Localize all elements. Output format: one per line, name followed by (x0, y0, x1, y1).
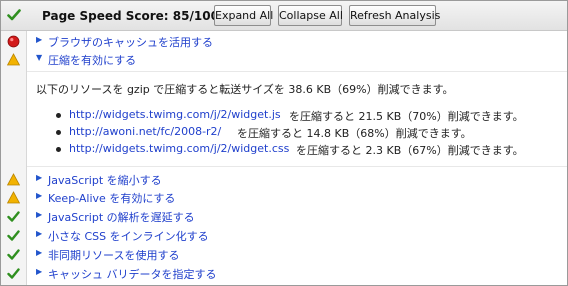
rule-details-summary: 以下のリソースを gzip で圧縮すると転送サイズを 38.6 KB（69%）削… (36, 83, 454, 96)
rule-row[interactable]: ▶ 非同期リソースを使用する (1, 245, 567, 263)
resource-savings: を圧縮すると 21.5 KB（70%）削減できます。 (289, 110, 524, 123)
rule-label[interactable]: 小さな CSS をインライン化する (48, 228, 209, 244)
resource-link[interactable]: http://widgets.twimg.com/j/2/widget.js (69, 108, 281, 121)
list-item: http://widgets.twimg.com/j/2/widget.css … (56, 141, 556, 158)
rule-row[interactable]: ▶ JavaScript の解析を遅延する (1, 207, 567, 225)
triangle-right-icon[interactable]: ▶ (36, 267, 44, 277)
rule-label[interactable]: ブラウザのキャッシュを活用する (48, 34, 213, 50)
toolbar: Page Speed Score: 85/100 Expand All Coll… (1, 1, 567, 31)
triangle-right-icon[interactable]: ▶ (36, 191, 44, 201)
rule-label[interactable]: 非同期リソースを使用する (48, 247, 179, 263)
rule-row[interactable]: ▶ JavaScript を縮小する (1, 170, 567, 188)
triangle-right-icon[interactable]: ▶ (36, 35, 44, 45)
resource-link[interactable]: http://widgets.twimg.com/j/2/widget.css (69, 142, 289, 155)
bullet-icon (56, 130, 61, 135)
red-circle-icon (7, 35, 20, 48)
rule-row[interactable]: ▶ キャッシュ バリデータを指定する (1, 264, 567, 282)
rule-label[interactable]: Keep-Alive を有効にする (48, 190, 175, 206)
rule-row[interactable]: ▼ 圧縮を有効にする (1, 50, 567, 68)
warning-triangle-icon (7, 53, 20, 66)
triangle-right-icon[interactable]: ▶ (36, 210, 44, 220)
bullet-icon (56, 147, 61, 152)
expand-all-button[interactable]: Expand All (214, 5, 273, 26)
rule-label[interactable]: 圧縮を有効にする (48, 52, 136, 68)
rule-label[interactable]: JavaScript の解析を遅延する (48, 209, 195, 225)
list-item: http://awoni.net/fc/2008-r2/ を圧縮すると 14.8… (56, 124, 556, 141)
check-icon (7, 268, 20, 279)
check-icon (7, 9, 21, 21)
page-speed-panel: Page Speed Score: 85/100 Expand All Coll… (0, 0, 568, 286)
collapse-all-button[interactable]: Collapse All (278, 5, 343, 26)
page-speed-score: Page Speed Score: 85/100 (42, 9, 219, 23)
warning-triangle-icon (7, 191, 20, 204)
divider (27, 71, 567, 72)
triangle-right-icon[interactable]: ▶ (36, 248, 44, 258)
rule-row[interactable]: ▶ ブラウザのキャッシュを活用する (1, 32, 567, 50)
rule-row[interactable]: ▶ 小さな CSS をインライン化する (1, 226, 567, 244)
triangle-down-icon[interactable]: ▼ (36, 53, 44, 63)
divider (27, 166, 567, 167)
resource-savings: を圧縮すると 14.8 KB（68%）削減できます。 (237, 127, 472, 140)
check-icon (7, 249, 20, 260)
warning-triangle-icon (7, 173, 20, 186)
rule-label[interactable]: JavaScript を縮小する (48, 172, 162, 188)
resource-link[interactable]: http://awoni.net/fc/2008-r2/ (69, 125, 221, 138)
check-icon (7, 211, 20, 222)
bullet-icon (56, 113, 61, 118)
check-icon (7, 230, 20, 241)
triangle-right-icon[interactable]: ▶ (36, 229, 44, 239)
rule-row[interactable]: ▶ Keep-Alive を有効にする (1, 188, 567, 206)
rule-label[interactable]: キャッシュ バリデータを指定する (48, 266, 217, 282)
triangle-right-icon[interactable]: ▶ (36, 173, 44, 183)
resource-savings: を圧縮すると 2.3 KB（67%）削減できます。 (296, 144, 524, 157)
refresh-analysis-button[interactable]: Refresh Analysis (349, 5, 440, 26)
list-item: http://widgets.twimg.com/j/2/widget.js を… (56, 107, 556, 124)
